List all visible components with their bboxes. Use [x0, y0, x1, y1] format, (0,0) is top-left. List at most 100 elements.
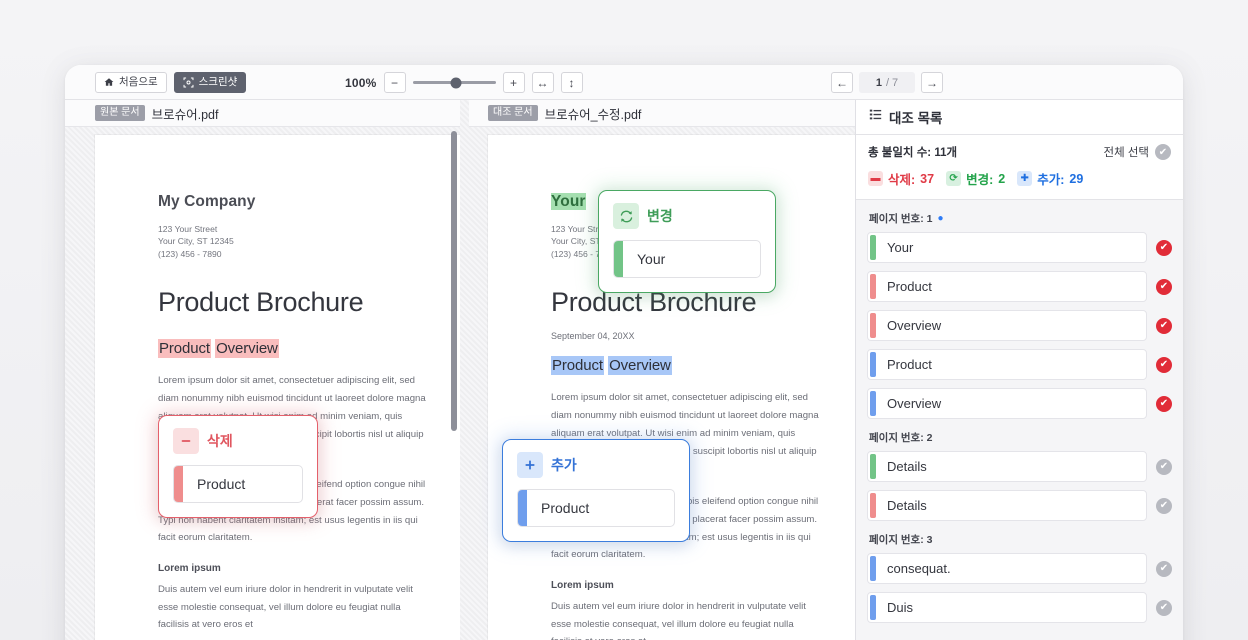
diff-list-item[interactable]: Details ✔	[867, 490, 1172, 521]
diff-list-item[interactable]: Overview ✔	[867, 388, 1172, 419]
change-chip-bar	[614, 241, 623, 277]
diff-item-text: Overview	[887, 396, 942, 411]
stat-added[interactable]: ✚ 추가: 29	[1017, 169, 1083, 188]
diff-panel-header: 대조 목록	[856, 100, 1183, 135]
doc2-subheading: Lorem ipsum	[551, 579, 614, 591]
diff-item-text: Product	[887, 357, 932, 372]
diff-items-list[interactable]: 페이지 번호: 1 ● Your ✔ Product ✔ Overview ✔ Product ✔…	[856, 200, 1183, 640]
diff-list-item[interactable]: Product ✔	[867, 271, 1172, 302]
diff-item-card[interactable]: Overview	[867, 310, 1147, 341]
zoom-slider[interactable]	[412, 72, 496, 93]
delete-card-header: 삭제	[173, 428, 303, 454]
diff-item-card[interactable]: Product	[867, 349, 1147, 380]
page-group-label: 페이지 번호: 1 ●	[869, 211, 1172, 226]
stat-changed-label: 변경:	[966, 173, 994, 187]
add-chip-text: Product	[541, 500, 590, 516]
diff-panel-title: 대조 목록	[889, 111, 943, 126]
diff-list-item[interactable]: Your ✔	[867, 232, 1172, 263]
add-card-title: 추가	[551, 457, 577, 473]
diff-list-item[interactable]: Details ✔	[867, 451, 1172, 482]
compared-pane-header: 대조 문서 브로슈어_수정.pdf	[460, 100, 855, 127]
diff-item-check-icon[interactable]: ✔	[1156, 317, 1172, 334]
diff-list-item[interactable]: consequat. ✔	[867, 553, 1172, 584]
fit-height-button[interactable]: ↕	[560, 72, 583, 93]
diff-item-card[interactable]: Product	[867, 271, 1147, 302]
current-page-value: 1	[875, 76, 882, 89]
change-card-header: 변경	[613, 203, 761, 229]
doc-heading-word-overview: Overview	[215, 339, 279, 359]
doc-address: 123 Your Street Your City, ST 12345 (123…	[158, 223, 460, 260]
toolbar-left-group: 처음으로 스크린샷	[95, 71, 247, 93]
delete-card-title: 삭제	[207, 433, 233, 449]
original-filename: 브로슈어.pdf	[151, 107, 219, 122]
diff-item-check-icon[interactable]: ✔	[1156, 599, 1172, 616]
diff-item-card[interactable]: Duis	[867, 592, 1147, 623]
diff-item-check-icon[interactable]: ✔	[1156, 497, 1172, 514]
diff-item-text: Overview	[887, 318, 942, 333]
diff-item-card[interactable]: consequat.	[867, 553, 1147, 584]
zoom-controls: 100% − + ↔ ↕	[345, 65, 583, 100]
page-navigation: ← 1 / 7 →	[831, 65, 943, 100]
home-icon	[104, 77, 114, 87]
stat-added-label: 추가:	[1037, 173, 1065, 187]
diff-item-check-icon[interactable]: ✔	[1156, 278, 1172, 295]
main-body: 원본 문서 브로슈어.pdf My Company 123 Your Stree…	[65, 100, 1183, 640]
diff-stats-row: ▬ 삭제: 37 ⟳ 변경: 2 ✚ 추가: 29	[868, 169, 1171, 188]
compared-filename: 브로슈어_수정.pdf	[544, 107, 642, 122]
delete-chip-bar	[174, 466, 183, 502]
screenshot-icon	[183, 77, 194, 88]
page-group-label-text: 페이지 번호: 2	[869, 432, 933, 444]
zoom-out-button[interactable]: −	[383, 72, 406, 93]
doc2-heading-word-overview: Overview	[608, 356, 672, 376]
diff-list-item[interactable]: Product ✔	[867, 349, 1172, 380]
zoom-in-button[interactable]: +	[502, 72, 525, 93]
prev-page-button[interactable]: ←	[831, 72, 853, 93]
stat-deleted[interactable]: ▬ 삭제: 37	[868, 169, 934, 188]
select-all-checkmark-icon[interactable]: ✔	[1155, 144, 1171, 160]
document-viewer: 원본 문서 브로슈어.pdf My Company 123 Your Stree…	[65, 100, 855, 640]
page-group-label-text: 페이지 번호: 1	[869, 213, 933, 225]
refresh-icon	[613, 203, 639, 229]
diff-item-card[interactable]: Details	[867, 451, 1147, 482]
diff-list-item[interactable]: Duis ✔	[867, 592, 1172, 623]
original-pane-header: 원본 문서 브로슈어.pdf	[65, 100, 460, 127]
diff-item-check-icon[interactable]: ✔	[1156, 560, 1172, 577]
doc2-paragraph-3: Duis autem vel eum iriure dolor in hendr…	[551, 600, 806, 640]
diff-item-check-icon[interactable]: ✔	[1156, 356, 1172, 373]
add-card-header: 추가	[517, 452, 675, 478]
select-all-control[interactable]: 전체 선택 ✔	[1103, 144, 1171, 160]
original-pane-scrollbar[interactable]	[451, 131, 457, 431]
plus-icon	[517, 452, 543, 478]
next-page-button[interactable]: →	[921, 72, 943, 93]
doc-address-line3: (123) 456 - 7890	[158, 248, 222, 259]
stat-deleted-label: 삭제:	[888, 173, 916, 187]
home-button[interactable]: 처음으로	[95, 71, 167, 93]
page-indicator[interactable]: 1 / 7	[859, 72, 915, 93]
screenshot-button-label: 스크린샷	[198, 75, 238, 88]
diff-item-check-icon[interactable]: ✔	[1156, 239, 1172, 256]
add-diff-card[interactable]: 추가 Product	[502, 439, 690, 542]
doc2-heading-overview: Product Overview	[551, 356, 855, 376]
screenshot-button[interactable]: 스크린샷	[173, 71, 247, 93]
diff-item-text: Product	[887, 279, 932, 294]
toolbar: 처음으로 스크린샷 100% − + ↔ ↕ ← 1 / 7 →	[65, 65, 1183, 100]
doc2-date: September 04, 20XX	[551, 331, 635, 342]
diff-item-check-icon[interactable]: ✔	[1156, 458, 1172, 475]
diff-list-item[interactable]: Overview ✔	[867, 310, 1172, 341]
zoom-level-label: 100%	[345, 75, 377, 90]
zoom-slider-thumb[interactable]	[450, 77, 462, 88]
list-icon	[869, 108, 882, 126]
stat-changed[interactable]: ⟳ 변경: 2	[946, 169, 1005, 188]
diff-item-check-icon[interactable]: ✔	[1156, 395, 1172, 412]
delete-diff-card[interactable]: 삭제 Product	[158, 415, 318, 518]
diff-item-card[interactable]: Your	[867, 232, 1147, 263]
fit-width-button[interactable]: ↔	[531, 72, 554, 93]
diff-item-card[interactable]: Details	[867, 490, 1147, 521]
location-pin-icon: ●	[937, 213, 944, 224]
doc-address-line2: Your City, ST 12345	[158, 236, 234, 247]
original-canvas[interactable]: My Company 123 Your Street Your City, ST…	[65, 127, 460, 640]
doc2-company-highlight: Your	[551, 193, 586, 210]
diff-item-card[interactable]: Overview	[867, 388, 1147, 419]
change-diff-card[interactable]: 변경 Your	[598, 190, 776, 293]
app-root: 처음으로 스크린샷 100% − + ↔ ↕ ← 1 / 7 → 원본 문서 브…	[0, 0, 1248, 640]
